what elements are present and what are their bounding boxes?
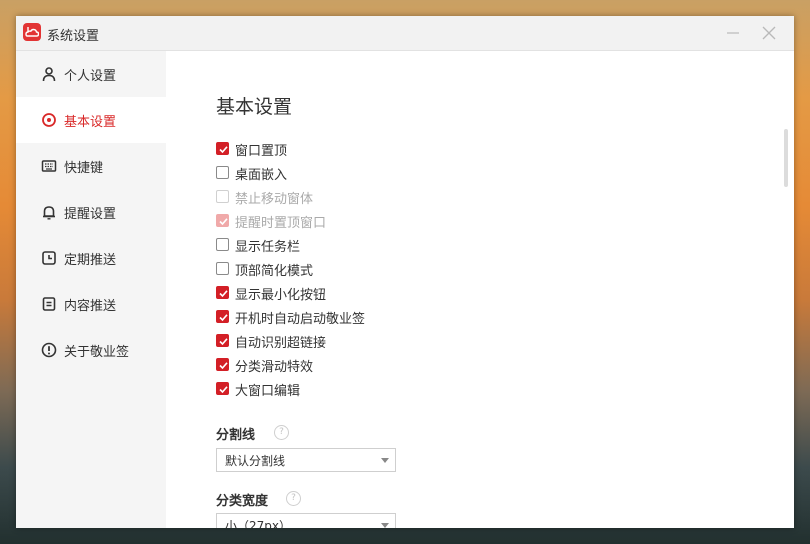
checkbox-show-minimize-button[interactable]: 显示最小化按钮 [216, 283, 476, 303]
chevron-down-icon [381, 523, 389, 528]
checkbox-label: 显示任务栏 [235, 240, 301, 255]
checkbox-box[interactable] [216, 382, 229, 395]
divider-select-value: 默认分割线 [225, 454, 286, 468]
sidebar-item-label: 快捷键 [64, 161, 104, 176]
clock-icon [42, 251, 56, 265]
checkbox-box[interactable] [216, 358, 229, 371]
sidebar-item-label: 基本设置 [64, 115, 117, 130]
close-icon [762, 26, 776, 40]
checkbox-label: 分类滑动特效 [235, 360, 314, 375]
checkbox-box[interactable] [216, 142, 229, 155]
category-width-select-value: 小（27px） [225, 519, 291, 528]
checkbox-category-slide-effect[interactable]: 分类滑动特效 [216, 355, 476, 375]
settings-window: 系统设置 个人设置 基本设置 快捷键 提醒设置 定期推送 内容推送 关于敬业签 … [16, 16, 794, 528]
sidebar-item-scheduled-push[interactable]: 定期推送 [16, 235, 166, 281]
checkbox-box [216, 214, 229, 227]
bell-icon [43, 206, 55, 220]
category-width-select[interactable]: 小（27px） [216, 513, 396, 528]
page-title: 基本设置 [216, 96, 293, 118]
checkbox-label: 显示最小化按钮 [235, 288, 327, 303]
checkbox-box [216, 190, 229, 203]
sidebar-item-label: 关于敬业签 [64, 345, 130, 360]
help-icon[interactable]: ? [274, 425, 289, 440]
checkbox-top-on-reminder: 提醒时置顶窗口 [216, 211, 476, 231]
checkbox-auto-detect-links[interactable]: 自动识别超链接 [216, 331, 476, 351]
info-icon [41, 342, 57, 358]
sidebar-item-personal-settings[interactable]: 个人设置 [16, 51, 166, 97]
checkbox-box[interactable] [216, 334, 229, 347]
sidebar-item-label: 定期推送 [64, 253, 117, 268]
checkbox-label: 自动识别超链接 [235, 336, 327, 351]
checkbox-box[interactable] [216, 238, 229, 251]
sidebar-item-label: 个人设置 [64, 69, 117, 84]
user-icon [42, 67, 56, 82]
category-width-label: 分类宽度 [216, 494, 269, 509]
checkbox-window-on-top[interactable]: 窗口置顶 [216, 139, 476, 159]
checkbox-label: 开机时自动启动敬业签 [235, 312, 366, 327]
checkbox-show-taskbar[interactable]: 显示任务栏 [216, 235, 476, 255]
checkbox-label: 顶部简化模式 [235, 264, 314, 279]
sidebar: 个人设置 基本设置 快捷键 提醒设置 定期推送 内容推送 关于敬业签 [16, 51, 166, 528]
checkbox-label: 提醒时置顶窗口 [235, 216, 327, 231]
checkbox-box[interactable] [216, 166, 229, 179]
app-logo-icon [23, 23, 41, 41]
checkbox-label: 大窗口编辑 [235, 384, 301, 399]
divider-select[interactable]: 默认分割线 [216, 448, 396, 472]
main-panel: 基本设置 窗口置顶 桌面嵌入 禁止移动窗体 提醒时置顶窗口 显示任务栏 顶部简化… [166, 51, 794, 528]
sidebar-item-label: 提醒设置 [64, 207, 117, 222]
checkbox-launch-on-startup[interactable]: 开机时自动启动敬业签 [216, 307, 476, 327]
sidebar-item-shortcuts[interactable]: 快捷键 [16, 143, 166, 189]
chevron-down-icon [381, 458, 389, 463]
checkbox-label: 禁止移动窗体 [235, 192, 314, 207]
target-icon [42, 113, 56, 127]
sidebar-item-basic-settings[interactable]: 基本设置 [16, 97, 166, 143]
sidebar-item-content-push[interactable]: 内容推送 [16, 281, 166, 327]
sidebar-item-label: 内容推送 [64, 299, 117, 314]
sidebar-item-reminder-settings[interactable]: 提醒设置 [16, 189, 166, 235]
title-bar: 系统设置 [16, 16, 794, 51]
help-icon[interactable]: ? [286, 491, 301, 506]
window-title: 系统设置 [47, 29, 100, 44]
checkbox-desktop-embed[interactable]: 桌面嵌入 [216, 163, 476, 183]
close-button[interactable] [760, 24, 778, 42]
sidebar-item-about[interactable]: 关于敬业签 [16, 327, 166, 373]
checkbox-box[interactable] [216, 262, 229, 275]
vertical-scrollbar[interactable] [784, 129, 788, 187]
checkbox-label: 窗口置顶 [235, 144, 288, 159]
checkbox-large-window-edit[interactable]: 大窗口编辑 [216, 379, 476, 399]
checkbox-lock-window-move: 禁止移动窗体 [216, 187, 476, 207]
divider-label: 分割线 [216, 428, 256, 443]
checkbox-label: 桌面嵌入 [235, 168, 288, 183]
checkbox-box[interactable] [216, 286, 229, 299]
document-icon [42, 297, 56, 311]
minimize-button[interactable] [724, 24, 742, 42]
checkbox-compact-top-mode[interactable]: 顶部简化模式 [216, 259, 476, 279]
keyboard-icon [41, 160, 57, 172]
checkbox-box[interactable] [216, 310, 229, 323]
